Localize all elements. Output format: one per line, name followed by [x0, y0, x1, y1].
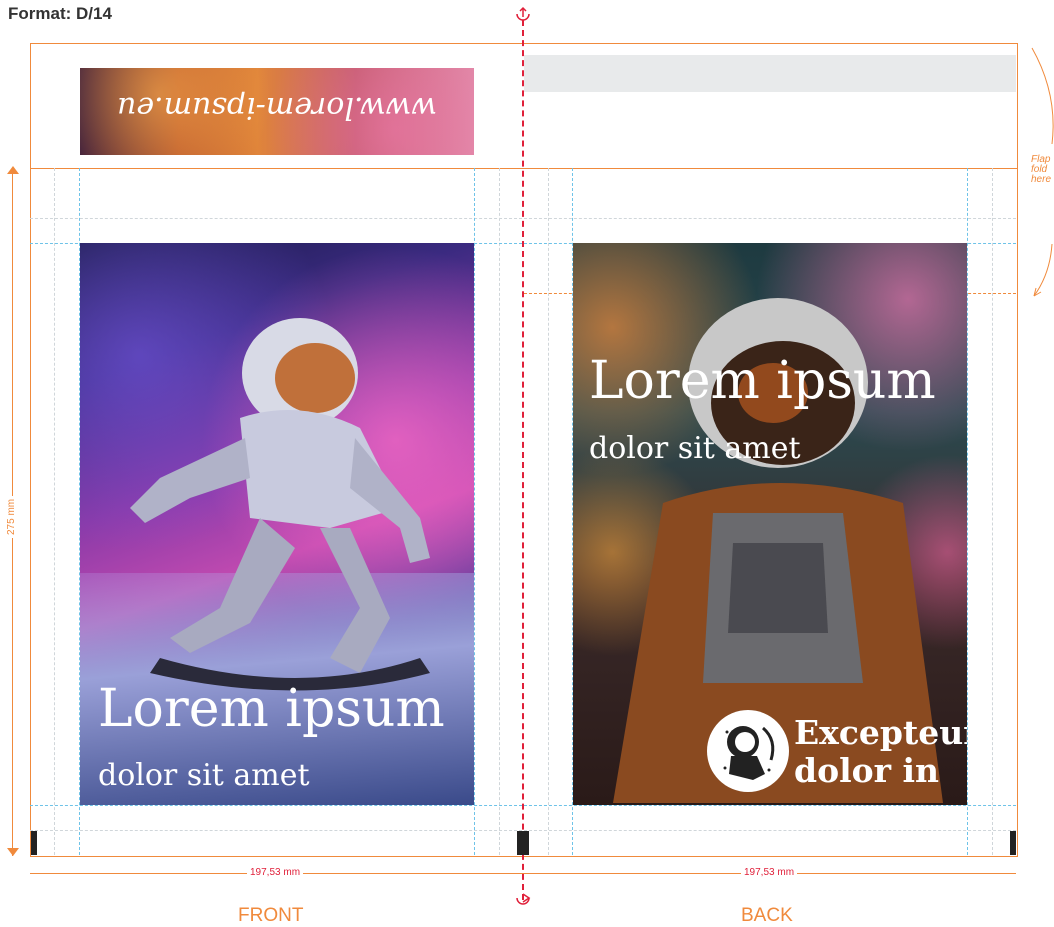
guide-line — [548, 168, 549, 855]
flap-grey-strip — [524, 55, 1016, 92]
back-width-label: 197,53 mm — [741, 867, 798, 878]
format-label: Format: D/14 — [8, 4, 112, 23]
back-title: Lorem ipsum — [589, 351, 936, 411]
front-cover-image: Lorem ipsum dolor sit amet — [80, 243, 474, 805]
front-width-label: 197,53 mm — [247, 867, 304, 878]
guide-line — [54, 168, 55, 855]
front-label: FRONT — [238, 905, 304, 926]
arrow-down-icon — [7, 848, 19, 856]
flap-url-text: www.lorem-ipsum.eu — [117, 90, 437, 125]
astronaut-illustration — [130, 318, 430, 691]
crop-mark — [1010, 831, 1016, 855]
fold-arrow-icon — [516, 893, 531, 905]
front-title: Lorem ipsum — [98, 679, 445, 739]
front-subtitle: dolor sit amet — [98, 758, 310, 793]
back-label: BACK — [741, 905, 793, 926]
logo-text-line1: Excepteur — [794, 713, 967, 752]
crop-mark — [517, 831, 529, 855]
guide-line — [499, 168, 500, 855]
flap-fold-arc-icon — [1031, 47, 1054, 297]
bleed-line — [967, 168, 968, 855]
back-subtitle: dolor sit amet — [589, 431, 801, 466]
width-measure-line — [30, 873, 1016, 874]
logo-text-line2: dolor in — [794, 751, 940, 790]
astronaut-logo-icon — [723, 726, 775, 780]
center-fold-line — [522, 20, 524, 900]
bleed-line — [474, 168, 475, 855]
crop-mark — [31, 831, 37, 855]
flap-url-banner: www.lorem-ipsum.eu — [80, 68, 474, 155]
arrow-up-icon — [7, 166, 19, 174]
height-label: 275 mm — [6, 495, 17, 538]
back-cover-image: Lorem ipsum dolor sit amet Excepteur dol… — [573, 243, 967, 805]
guide-line — [992, 168, 993, 855]
brand-logo — [707, 710, 789, 792]
